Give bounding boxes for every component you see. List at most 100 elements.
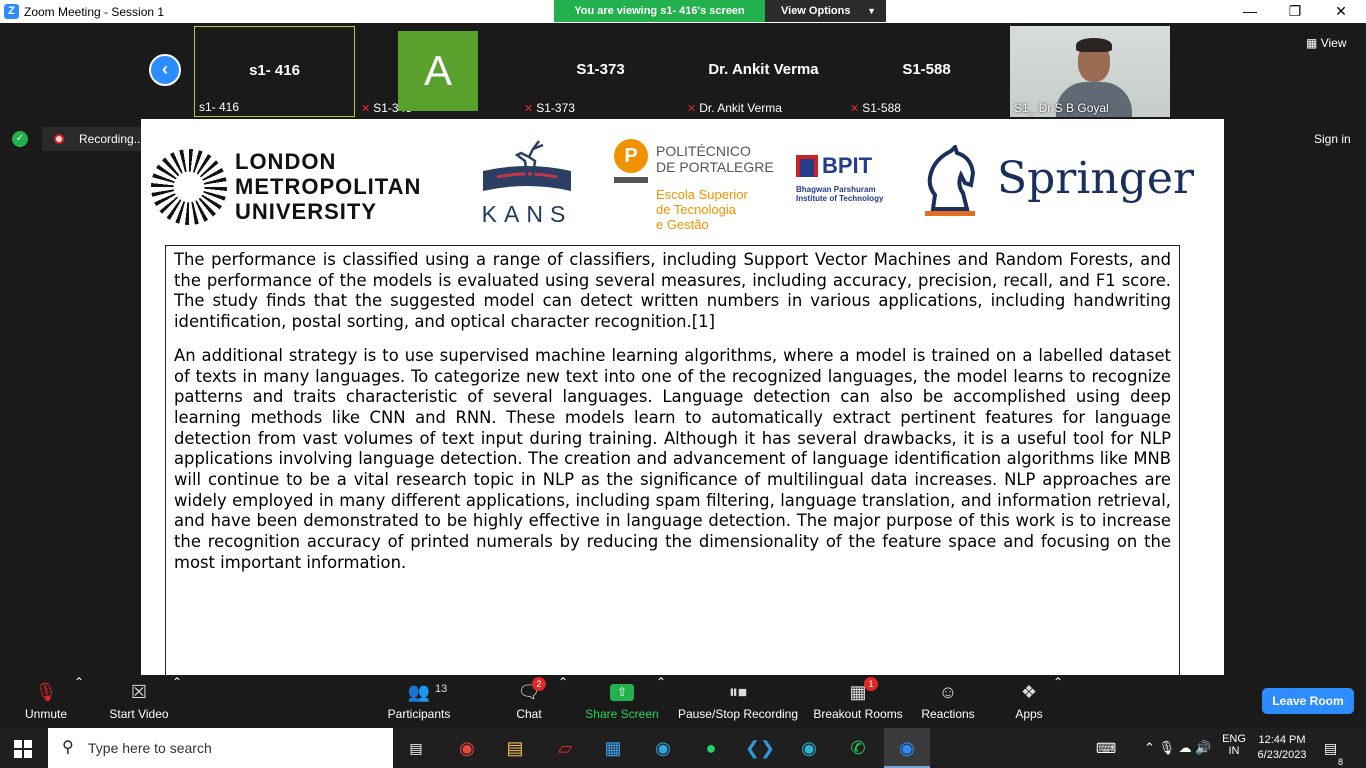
bpit-wordmark: BPIT <box>822 153 873 178</box>
bpit-logo: BPIT Bhagwan Parshuram Institute of Tech… <box>796 153 896 205</box>
share-options-caret[interactable]: ⌃ <box>656 675 666 689</box>
portalegre-p-icon: P <box>614 139 648 173</box>
participant-label: S1-588 <box>862 101 901 115</box>
sign-in-link[interactable]: Sign in <box>1314 132 1351 146</box>
view-options-button[interactable]: View Options ▼ <box>765 0 886 22</box>
chat-options-caret[interactable]: ⌃ <box>558 675 568 689</box>
viewing-screen-banner: You are viewing s1- 416's screen <box>554 0 765 22</box>
reactions-button[interactable]: ☺ Reactions <box>918 675 978 728</box>
leave-room-button[interactable]: Leave Room <box>1262 688 1354 714</box>
recording-label: Recording... <box>79 132 144 146</box>
audio-options-caret[interactable]: ⌃ <box>74 675 84 689</box>
clock-date: 6/23/2023 <box>1257 749 1307 761</box>
clock-time: 12:44 PM <box>1258 734 1306 746</box>
maximize-button[interactable]: ❐ <box>1280 2 1310 20</box>
participant-name: S1-373 <box>576 61 625 78</box>
kans-wordmark: KANS <box>481 201 573 227</box>
task-view-icon[interactable]: ▤ <box>393 728 439 768</box>
zoom-logo-icon: Z <box>4 4 19 19</box>
notification-count: 8 <box>1338 757 1344 767</box>
windows-start-icon[interactable] <box>14 740 32 758</box>
reactions-icon: ☺ <box>938 682 958 702</box>
pause-stop-recording-button[interactable]: ⏸⏹ Pause/Stop Recording <box>676 675 800 728</box>
whatsapp-icon[interactable]: ✆ <box>835 728 881 768</box>
slide-text-box: The performance is classified using a ra… <box>165 245 1180 675</box>
chevron-left-icon: ‹ <box>162 59 168 79</box>
muted-mic-icon: ✕ <box>361 103 371 115</box>
slide-paragraph: An additional strategy is to use supervi… <box>174 345 1171 572</box>
participant-tile[interactable]: s1- 416 s1- 416 <box>194 26 355 117</box>
share-screen-icon: ⇧ <box>610 684 634 701</box>
breakout-rooms-label: Breakout Rooms <box>813 707 903 721</box>
close-button[interactable]: ✕ <box>1326 2 1356 20</box>
participant-name: s1- 416 <box>249 62 300 79</box>
chat-badge: 2 <box>532 677 546 691</box>
video-off-icon: ☒ <box>130 682 148 702</box>
breakout-rooms-button[interactable]: ▦ Breakout Rooms 1 <box>812 675 904 728</box>
input-language[interactable]: ENG IN <box>1219 733 1249 757</box>
apps-button[interactable]: ❖ Apps <box>1006 675 1052 728</box>
participant-label: S1-373 <box>536 101 575 115</box>
apps-icon: ❖ <box>1020 682 1038 702</box>
apps-label: Apps <box>1015 707 1043 721</box>
zoom-taskbar-icon[interactable]: ◉ <box>884 728 930 768</box>
springer-logo: Springer <box>921 145 1201 225</box>
taskbar-search-box[interactable]: ⚲ Type here to search <box>48 728 393 768</box>
chrome-icon[interactable]: ◉ <box>444 728 490 768</box>
bpit-mark-inner <box>800 159 814 177</box>
search-icon: ⚲ <box>62 739 74 756</box>
breakout-rooms-icon: ▦ <box>849 682 867 702</box>
edge-icon[interactable]: ◉ <box>640 728 686 768</box>
unmute-button[interactable]: 🎙 Unmute <box>14 675 78 728</box>
keyboard-icon[interactable]: ⌨ <box>1096 728 1122 768</box>
video-options-caret[interactable]: ⌃ <box>172 675 182 689</box>
vscode-icon[interactable]: ❮❯ <box>737 728 783 768</box>
security-shield-icon[interactable]: ✓ <box>12 131 28 147</box>
canva-icon[interactable]: ◉ <box>786 728 832 768</box>
participant-label: s1- 416 <box>199 100 240 114</box>
portalegre-school-line: e Gestão <box>656 217 709 232</box>
participants-count: 13 <box>435 683 448 695</box>
participant-name: Dr. Ankit Verma <box>708 61 819 78</box>
view-layout-button[interactable]: ▦ View <box>1306 36 1346 50</box>
windows-taskbar: ⚲ Type here to search ▤ ◉ ▤ ▱ ▦ ◉ ● ❮❯ ◉… <box>0 728 1366 768</box>
language-code: ENG <box>1222 733 1246 745</box>
system-tray-icons[interactable]: ⌃ 🎙 ☁ 🔊 <box>1144 728 1224 768</box>
file-explorer-icon[interactable]: ▤ <box>492 728 538 768</box>
avatar: A <box>398 31 478 111</box>
participant-label: S1_ Dr S B Goyal <box>1014 101 1109 115</box>
chat-button[interactable]: 🗨 Chat 2 <box>506 675 552 728</box>
record-dot-icon <box>54 134 64 144</box>
notifications-button[interactable]: ▤ 8 <box>1324 728 1348 768</box>
chat-label: Chat <box>516 707 542 721</box>
notification-icon: ▤ <box>1324 740 1338 756</box>
share-screen-button[interactable]: ⇧ Share Screen <box>584 675 660 728</box>
chess-knight-icon <box>927 145 976 211</box>
microsoft-store-icon[interactable]: ▦ <box>590 728 636 768</box>
previous-page-button[interactable]: ‹ <box>149 54 181 86</box>
participant-tile[interactable]: S1-373 ✕ S1-373 <box>520 26 681 117</box>
bpit-sub-line: Bhagwan Parshuram <box>796 185 876 194</box>
apps-options-caret[interactable]: ⌃ <box>1053 675 1063 689</box>
participants-button[interactable]: 👥 Participants 13 <box>384 675 454 728</box>
muted-mic-icon: ✕ <box>850 103 860 115</box>
acrobat-icon[interactable]: ▱ <box>542 728 588 768</box>
portalegre-logo: P POLITÉCNICO DE PORTALEGRE Escola Super… <box>614 139 774 239</box>
minimize-button[interactable]: — <box>1235 2 1265 20</box>
clock[interactable]: 12:44 PM 6/23/2023 <box>1252 733 1312 763</box>
lmu-line: LONDON <box>235 149 337 174</box>
lmu-dots-icon <box>151 149 227 225</box>
start-video-button[interactable]: ☒ Start Video <box>104 675 174 728</box>
participant-tile[interactable]: S1-588 ✕ S1-588 <box>846 26 1007 117</box>
participant-video-tile[interactable]: S1_ Dr S B Goyal <box>1010 26 1170 117</box>
reactions-label: Reactions <box>921 707 975 721</box>
participant-label: Dr. Ankit Verma <box>699 101 782 115</box>
spotify-icon[interactable]: ● <box>688 728 734 768</box>
breakout-badge: 1 <box>864 677 878 691</box>
kans-logo: KANS <box>477 131 577 227</box>
lmu-line: METROPOLITAN <box>235 174 422 199</box>
participant-tile[interactable]: Dr. Ankit Verma ✕ Dr. Ankit Verma <box>683 26 844 117</box>
region-code: IN <box>1228 745 1240 757</box>
muted-mic-icon: 🎙 <box>34 682 58 702</box>
share-screen-label: Share Screen <box>585 707 659 721</box>
